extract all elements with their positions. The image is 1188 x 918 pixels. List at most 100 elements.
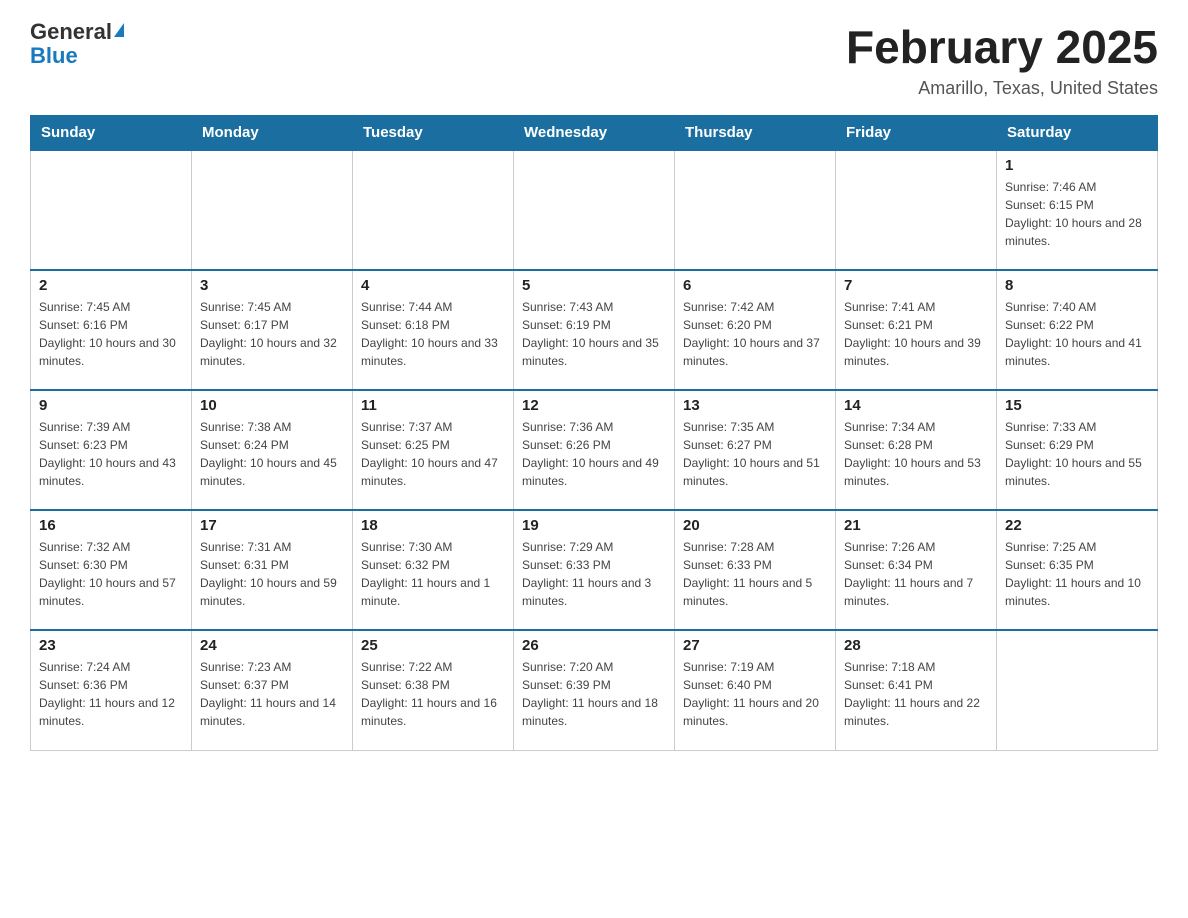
day-info: Sunrise: 7:32 AM Sunset: 6:30 PM Dayligh… — [39, 538, 183, 610]
calendar-cell: 18 Sunrise: 7:30 AM Sunset: 6:32 PM Dayli… — [353, 510, 514, 630]
day-number: 15 — [1005, 397, 1149, 414]
day-info: Sunrise: 7:29 AM Sunset: 6:33 PM Dayligh… — [522, 538, 666, 610]
day-info: Sunrise: 7:30 AM Sunset: 6:32 PM Dayligh… — [361, 538, 505, 610]
calendar-cell — [836, 150, 997, 270]
day-info: Sunrise: 7:34 AM Sunset: 6:28 PM Dayligh… — [844, 418, 988, 490]
calendar-cell: 26Sunrise: 7:20 AM Sunset: 6:39 PM Dayli… — [514, 630, 675, 750]
calendar-cell: 7Sunrise: 7:41 AM Sunset: 6:21 PM Daylig… — [836, 270, 997, 390]
calendar-cell: 17 Sunrise: 7:31 AM Sunset: 6:31 PM Dayli… — [192, 510, 353, 630]
calendar-cell: 22Sunrise: 7:25 AM Sunset: 6:35 PM Dayli… — [997, 510, 1158, 630]
day-number: 12 — [522, 397, 666, 414]
calendar-cell: 9 Sunrise: 7:39 AM Sunset: 6:23 PM Daylig… — [31, 390, 192, 510]
calendar-cell: 19Sunrise: 7:29 AM Sunset: 6:33 PM Dayli… — [514, 510, 675, 630]
day-number: 21 — [844, 517, 988, 534]
calendar-cell: 23Sunrise: 7:24 AM Sunset: 6:36 PM Dayli… — [31, 630, 192, 750]
calendar-cell: 8 Sunrise: 7:40 AM Sunset: 6:22 PM Daylig… — [997, 270, 1158, 390]
calendar-cell: 14 Sunrise: 7:34 AM Sunset: 6:28 PM Dayli… — [836, 390, 997, 510]
calendar-cell: 15 Sunrise: 7:33 AM Sunset: 6:29 PM Dayli… — [997, 390, 1158, 510]
day-info: Sunrise: 7:31 AM Sunset: 6:31 PM Dayligh… — [200, 538, 344, 610]
day-number: 1 — [1005, 157, 1149, 174]
calendar-cell — [514, 150, 675, 270]
calendar-cell — [353, 150, 514, 270]
logo-triangle-icon — [114, 23, 124, 37]
day-info: Sunrise: 7:22 AM Sunset: 6:38 PM Dayligh… — [361, 658, 505, 730]
calendar-cell: 2 Sunrise: 7:45 AM Sunset: 6:16 PM Daylig… — [31, 270, 192, 390]
day-info: Sunrise: 7:40 AM Sunset: 6:22 PM Dayligh… — [1005, 298, 1149, 370]
day-number: 17 — [200, 517, 344, 534]
day-number: 7 — [844, 277, 988, 294]
day-info: Sunrise: 7:33 AM Sunset: 6:29 PM Dayligh… — [1005, 418, 1149, 490]
calendar-cell — [675, 150, 836, 270]
logo: General Blue — [30, 20, 124, 68]
day-info: Sunrise: 7:20 AM Sunset: 6:39 PM Dayligh… — [522, 658, 666, 730]
day-number: 22 — [1005, 517, 1149, 534]
title-block: February 2025 Amarillo, Texas, United St… — [846, 20, 1158, 99]
day-info: Sunrise: 7:36 AM Sunset: 6:26 PM Dayligh… — [522, 418, 666, 490]
day-number: 16 — [39, 517, 183, 534]
weekday-header-saturday: Saturday — [997, 116, 1158, 151]
day-number: 8 — [1005, 277, 1149, 294]
day-number: 10 — [200, 397, 344, 414]
day-info: Sunrise: 7:23 AM Sunset: 6:37 PM Dayligh… — [200, 658, 344, 730]
day-number: 13 — [683, 397, 827, 414]
logo-general-text: General — [30, 20, 112, 44]
day-info: Sunrise: 7:37 AM Sunset: 6:25 PM Dayligh… — [361, 418, 505, 490]
calendar-week-row: 9 Sunrise: 7:39 AM Sunset: 6:23 PM Daylig… — [31, 390, 1158, 510]
day-number: 9 — [39, 397, 183, 414]
calendar-cell: 5 Sunrise: 7:43 AM Sunset: 6:19 PM Daylig… — [514, 270, 675, 390]
day-number: 2 — [39, 277, 183, 294]
day-info: Sunrise: 7:44 AM Sunset: 6:18 PM Dayligh… — [361, 298, 505, 370]
day-number: 3 — [200, 277, 344, 294]
day-number: 28 — [844, 637, 988, 654]
calendar-cell: 27 Sunrise: 7:19 AM Sunset: 6:40 PM Dayli… — [675, 630, 836, 750]
day-info: Sunrise: 7:24 AM Sunset: 6:36 PM Dayligh… — [39, 658, 183, 730]
day-number: 24 — [200, 637, 344, 654]
calendar-cell: 25 Sunrise: 7:22 AM Sunset: 6:38 PM Dayli… — [353, 630, 514, 750]
day-info: Sunrise: 7:18 AM Sunset: 6:41 PM Dayligh… — [844, 658, 988, 730]
day-number: 18 — [361, 517, 505, 534]
calendar-cell: 12 Sunrise: 7:36 AM Sunset: 6:26 PM Dayli… — [514, 390, 675, 510]
calendar-cell — [31, 150, 192, 270]
day-info: Sunrise: 7:35 AM Sunset: 6:27 PM Dayligh… — [683, 418, 827, 490]
calendar-cell: 16 Sunrise: 7:32 AM Sunset: 6:30 PM Dayli… — [31, 510, 192, 630]
calendar-week-row: 1 Sunrise: 7:46 AM Sunset: 6:15 PM Daylig… — [31, 150, 1158, 270]
day-info: Sunrise: 7:39 AM Sunset: 6:23 PM Dayligh… — [39, 418, 183, 490]
calendar-cell: 11 Sunrise: 7:37 AM Sunset: 6:25 PM Dayli… — [353, 390, 514, 510]
calendar-cell: 28 Sunrise: 7:18 AM Sunset: 6:41 PM Dayli… — [836, 630, 997, 750]
day-number: 4 — [361, 277, 505, 294]
day-number: 20 — [683, 517, 827, 534]
calendar-table: SundayMondayTuesdayWednesdayThursdayFrid… — [30, 115, 1158, 751]
calendar-cell: 24 Sunrise: 7:23 AM Sunset: 6:37 PM Dayli… — [192, 630, 353, 750]
calendar-week-row: 16 Sunrise: 7:32 AM Sunset: 6:30 PM Dayli… — [31, 510, 1158, 630]
calendar-title: February 2025 — [846, 20, 1158, 74]
calendar-cell: 3 Sunrise: 7:45 AM Sunset: 6:17 PM Daylig… — [192, 270, 353, 390]
calendar-cell: 10 Sunrise: 7:38 AM Sunset: 6:24 PM Dayli… — [192, 390, 353, 510]
calendar-cell: 21 Sunrise: 7:26 AM Sunset: 6:34 PM Dayli… — [836, 510, 997, 630]
day-info: Sunrise: 7:46 AM Sunset: 6:15 PM Dayligh… — [1005, 178, 1149, 250]
calendar-cell: 1 Sunrise: 7:46 AM Sunset: 6:15 PM Daylig… — [997, 150, 1158, 270]
calendar-cell — [997, 630, 1158, 750]
day-info: Sunrise: 7:19 AM Sunset: 6:40 PM Dayligh… — [683, 658, 827, 730]
calendar-cell — [192, 150, 353, 270]
day-number: 5 — [522, 277, 666, 294]
calendar-week-row: 2 Sunrise: 7:45 AM Sunset: 6:16 PM Daylig… — [31, 270, 1158, 390]
day-info: Sunrise: 7:38 AM Sunset: 6:24 PM Dayligh… — [200, 418, 344, 490]
weekday-header-monday: Monday — [192, 116, 353, 151]
weekday-header-tuesday: Tuesday — [353, 116, 514, 151]
day-info: Sunrise: 7:45 AM Sunset: 6:16 PM Dayligh… — [39, 298, 183, 370]
calendar-cell: 20Sunrise: 7:28 AM Sunset: 6:33 PM Dayli… — [675, 510, 836, 630]
day-info: Sunrise: 7:45 AM Sunset: 6:17 PM Dayligh… — [200, 298, 344, 370]
day-number: 25 — [361, 637, 505, 654]
day-number: 27 — [683, 637, 827, 654]
calendar-cell: 4 Sunrise: 7:44 AM Sunset: 6:18 PM Daylig… — [353, 270, 514, 390]
weekday-header-wednesday: Wednesday — [514, 116, 675, 151]
day-info: Sunrise: 7:42 AM Sunset: 6:20 PM Dayligh… — [683, 298, 827, 370]
calendar-subtitle: Amarillo, Texas, United States — [846, 78, 1158, 99]
day-number: 11 — [361, 397, 505, 414]
day-info: Sunrise: 7:26 AM Sunset: 6:34 PM Dayligh… — [844, 538, 988, 610]
day-number: 14 — [844, 397, 988, 414]
calendar-cell: 13 Sunrise: 7:35 AM Sunset: 6:27 PM Dayli… — [675, 390, 836, 510]
day-info: Sunrise: 7:43 AM Sunset: 6:19 PM Dayligh… — [522, 298, 666, 370]
calendar-cell: 6Sunrise: 7:42 AM Sunset: 6:20 PM Daylig… — [675, 270, 836, 390]
weekday-header-thursday: Thursday — [675, 116, 836, 151]
